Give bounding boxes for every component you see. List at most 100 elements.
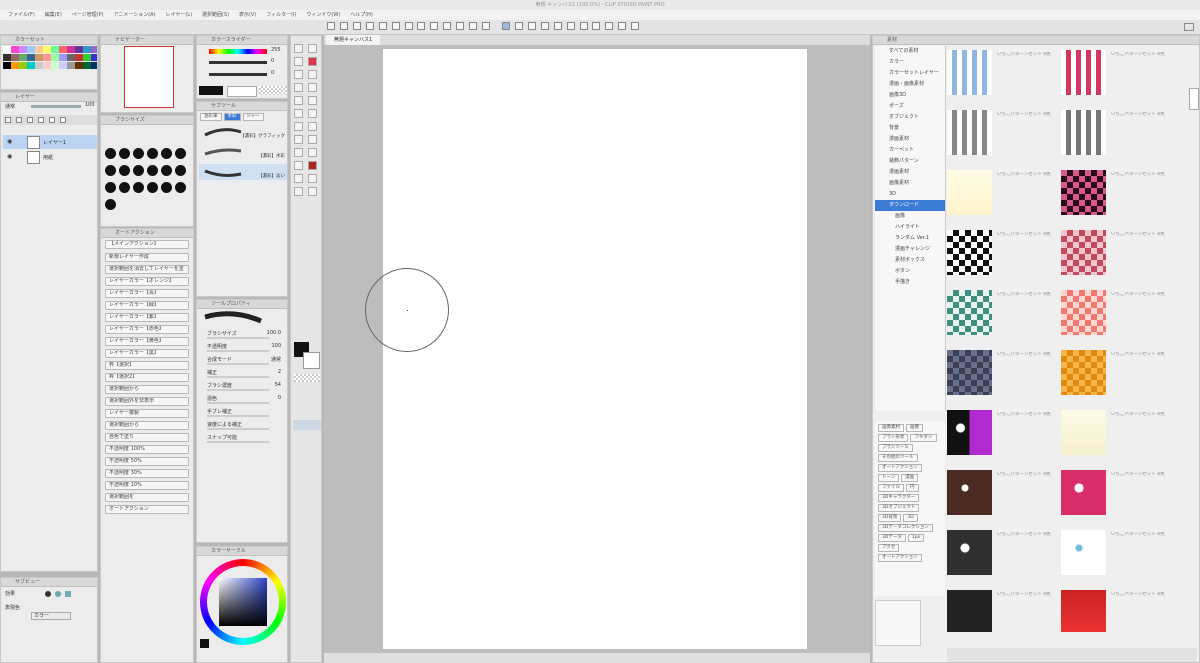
show-selection-icon[interactable] (456, 22, 465, 30)
property-slider[interactable] (207, 402, 269, 404)
material-thumbnail[interactable] (947, 230, 992, 275)
material-thumbnail[interactable] (947, 290, 992, 335)
main-color-chip[interactable] (199, 86, 223, 95)
tab-other[interactable]: ジャー (242, 113, 264, 121)
material-folder[interactable]: 手描き (875, 277, 945, 288)
effect-radio[interactable] (55, 591, 61, 597)
auto-action-item[interactable]: 新規レイヤー作成 (105, 253, 189, 262)
material-tag[interactable]: オートアクション (878, 554, 922, 562)
brush-size-preset[interactable] (175, 182, 186, 193)
brush-size-preset[interactable] (133, 182, 144, 193)
material-tag[interactable]: 円 (906, 484, 919, 492)
decoration-icon[interactable] (294, 187, 303, 196)
property-slider[interactable] (207, 376, 269, 378)
hand-icon[interactable] (294, 109, 303, 118)
auto-action-item[interactable]: レイヤーカラー【緑】 (105, 301, 189, 310)
pen-icon[interactable] (294, 44, 303, 53)
material-tag[interactable]: トーン (878, 474, 900, 482)
material-folder[interactable]: 背景 (875, 123, 945, 134)
material-thumbnail[interactable] (947, 110, 992, 155)
action-set-select[interactable]: 【メインアクション】 (105, 240, 189, 249)
sub-tool-item[interactable]: 【濃彩】水彩 (199, 144, 287, 160)
property-value[interactable]: 2 (278, 369, 281, 375)
effect-radio[interactable] (65, 591, 71, 597)
material-thumbnail[interactable] (947, 350, 992, 395)
material-tag[interactable]: ブラシツール (878, 444, 913, 452)
redo-icon[interactable] (378, 22, 387, 30)
property-slider[interactable] (207, 337, 269, 339)
saturation-slider[interactable] (209, 61, 267, 64)
material-folder[interactable]: 漫画チャレンジ (875, 244, 945, 255)
zoom-out-icon[interactable] (592, 22, 601, 30)
brush-size-preset[interactable] (161, 148, 172, 159)
sub-color-icon[interactable] (303, 352, 320, 369)
menu-selection[interactable]: 選択範囲(S) (202, 10, 229, 20)
material-tag[interactable]: 画像 (906, 424, 923, 432)
material-thumbnail[interactable] (947, 170, 992, 215)
material-folder[interactable]: ハイライト (875, 222, 945, 233)
material-thumbnail[interactable] (1061, 410, 1106, 455)
brush-size-preset[interactable] (161, 182, 172, 193)
snap-ruler-icon[interactable] (469, 22, 478, 30)
material-tag[interactable]: 3D (903, 514, 918, 522)
material-folder[interactable]: 素材ボックス (875, 255, 945, 266)
auto-action-item[interactable]: オートアクション (105, 505, 189, 514)
blend-icon[interactable] (308, 122, 317, 131)
brush-size-preset[interactable] (161, 165, 172, 176)
trash-icon[interactable] (59, 117, 66, 123)
auto-action-item[interactable]: 枠【選択2】 (105, 373, 189, 382)
property-slider[interactable] (207, 363, 269, 365)
material-folder[interactable]: カーペット (875, 145, 945, 156)
property-value[interactable]: 100 (271, 343, 281, 349)
material-thumbnail[interactable] (1061, 590, 1106, 632)
material-folder[interactable]: 装飾パターン (875, 156, 945, 167)
material-tag[interactable]: ファイル (878, 484, 904, 492)
blend-mode-select[interactable]: 通常 (5, 103, 15, 110)
menu-file[interactable]: ファイル(F) (8, 10, 35, 20)
material-folder[interactable]: オブジェクト (875, 112, 945, 123)
brush-size-grid[interactable] (105, 148, 193, 226)
layout-4-icon[interactable] (540, 22, 549, 30)
correct-line-icon[interactable] (294, 174, 303, 183)
material-folder[interactable]: 漫画・画像素材 (875, 79, 945, 90)
auto-action-item[interactable]: 選択範囲から (105, 385, 189, 394)
brush-size-preset[interactable] (147, 182, 158, 193)
rotate-icon[interactable] (308, 109, 317, 118)
material-folder[interactable]: ランダム Ver.1 (875, 233, 945, 244)
color-swatch[interactable] (91, 62, 97, 69)
brush-size-preset[interactable] (105, 199, 116, 210)
clip-icon[interactable] (37, 117, 44, 123)
color-swatch[interactable] (91, 46, 97, 53)
auto-action-item[interactable]: レイヤーカラー【オレンジ】 (105, 277, 189, 286)
menu-layer[interactable]: レイヤー(L) (165, 10, 192, 20)
transparent-color-icon[interactable] (294, 374, 320, 382)
rotate-right-icon[interactable] (566, 22, 575, 30)
value-slider[interactable] (209, 73, 267, 76)
material-folder[interactable]: 画像3D (875, 90, 945, 101)
menu-page[interactable]: ページ管理(P) (72, 10, 104, 20)
layer-row[interactable]: ◉ 用紙 (3, 150, 97, 164)
color-swatch[interactable] (91, 54, 97, 61)
brush-size-preset[interactable] (105, 182, 116, 193)
menu-window[interactable]: ウィンドウ(W) (306, 10, 340, 20)
material-folder[interactable]: 画像 (875, 211, 945, 222)
material-tag[interactable]: ブラシ形状 (878, 434, 909, 442)
menu-filter[interactable]: フィルター(I) (266, 10, 296, 20)
auto-action-item[interactable]: レイヤー複製 (105, 409, 189, 418)
brush-size-preset[interactable] (175, 148, 186, 159)
new-vector-layer-icon[interactable] (15, 117, 22, 123)
auto-action-item[interactable]: 不透明度 50% (105, 457, 189, 466)
material-folder[interactable]: ボタン (875, 266, 945, 277)
material-thumbnail[interactable] (947, 50, 992, 95)
material-tag[interactable]: 3Dキャラクター (878, 494, 920, 502)
saturation-value-square[interactable] (219, 578, 267, 626)
menu-help[interactable]: ヘルプ(H) (350, 10, 373, 20)
text-icon[interactable] (294, 135, 303, 144)
navigator-preview[interactable] (124, 46, 174, 108)
canvas-page[interactable] (383, 49, 807, 649)
property-slider[interactable] (207, 428, 269, 430)
auto-action-item[interactable]: 不透明度 100% (105, 445, 189, 454)
effect-radio[interactable] (45, 591, 51, 597)
rotate-left-icon[interactable] (553, 22, 562, 30)
tab-oil[interactable]: 油彩筆 (200, 113, 222, 121)
